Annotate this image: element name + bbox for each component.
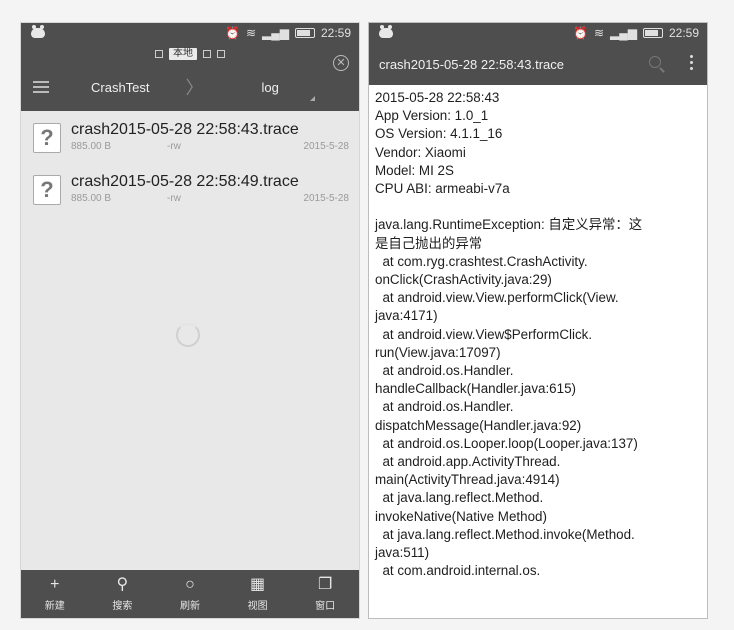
search-icon[interactable] bbox=[649, 56, 661, 68]
trace-line: at com.ryg.crashtest.CrashActivity. bbox=[375, 253, 588, 269]
trace-line: at android.app.ActivityThread. bbox=[375, 454, 561, 470]
loading-spinner-icon bbox=[176, 323, 200, 347]
trace-line: 2015-05-28 22:58:43 bbox=[375, 90, 500, 105]
new-button[interactable]: + 新建 bbox=[21, 570, 89, 618]
refresh-icon: ○ bbox=[185, 576, 195, 593]
file-permissions: -rw bbox=[167, 141, 181, 152]
trace-line: Model: MI 2S bbox=[375, 162, 454, 178]
unknown-file-icon: ? bbox=[33, 123, 61, 153]
grid-icon: ▦ bbox=[250, 576, 266, 593]
trace-line: invokeNative(Native Method) bbox=[375, 508, 547, 524]
trace-line: at com.android.internal.os. bbox=[375, 563, 541, 579]
trace-line: onClick(CrashActivity.java:29) bbox=[375, 272, 552, 288]
trace-line: handleCallback(Handler.java:615) bbox=[375, 381, 576, 397]
trace-line: at android.os.Handler. bbox=[375, 399, 514, 415]
file-permissions: -rw bbox=[167, 193, 181, 204]
file-list: ? crash2015-05-28 22:58:43.trace 885.00 … bbox=[21, 119, 359, 215]
dropdown-corner-icon bbox=[310, 96, 315, 101]
refresh-button-label: 刷新 bbox=[179, 601, 200, 612]
menu-icon[interactable] bbox=[21, 81, 61, 93]
alarm-clock-icon: ⏰ bbox=[572, 26, 588, 40]
trace-line: at android.view.View$PerformClick. bbox=[375, 326, 593, 342]
breadcrumb-folder[interactable]: log bbox=[262, 80, 279, 95]
status-bar: ⏰ ≋ ▂▄▆ 22:59 bbox=[21, 23, 359, 45]
signal-bars-icon: ▂▄▆ bbox=[610, 26, 637, 40]
window-tab-icon[interactable] bbox=[203, 50, 211, 58]
trace-line: dispatchMessage(Handler.java:92) bbox=[375, 417, 582, 433]
window-button-label: 窗口 bbox=[315, 601, 336, 612]
refresh-button[interactable]: ○ 刷新 bbox=[156, 570, 224, 618]
wifi-icon: ≋ bbox=[245, 26, 256, 40]
list-item[interactable]: ? crash2015-05-28 22:58:43.trace 885.00 … bbox=[31, 119, 349, 163]
file-meta: 885.00 B -rw 2015-5-28 bbox=[71, 193, 349, 204]
plus-icon: + bbox=[50, 576, 60, 593]
trace-line: java:4171) bbox=[375, 308, 438, 324]
battery-icon bbox=[294, 28, 315, 38]
window-tab-icon[interactable] bbox=[217, 50, 225, 58]
status-bar: ⏰ ≋ ▂▄▆ 22:59 bbox=[369, 23, 707, 45]
trace-line: CPU ABI: armeabi-v7a bbox=[375, 181, 510, 197]
view-button-label: 视图 bbox=[247, 601, 268, 612]
signal-bars-icon: ▂▄▆ bbox=[262, 26, 289, 40]
trace-line: at java.lang.reflect.Method.invoke(Metho… bbox=[375, 526, 635, 542]
trace-line: 是自己抛出的异常 bbox=[375, 235, 483, 251]
window-button[interactable]: ❐ 窗口 bbox=[291, 570, 359, 618]
window-tab-icon[interactable] bbox=[155, 50, 163, 58]
stack-trace: java.lang.RuntimeException: 自定义异常：这 是自己抛出… bbox=[375, 216, 699, 562]
overflow-menu-icon[interactable] bbox=[690, 55, 693, 70]
wifi-icon: ≋ bbox=[593, 26, 604, 40]
breadcrumb: CrashTest 〉 log bbox=[21, 67, 359, 107]
trace-line: at android.os.Looper.loop(Looper.java:13… bbox=[375, 435, 638, 451]
trace-viewer-screen: ⏰ ≋ ▂▄▆ 22:59 crash2015-05-28 22:58:43.t… bbox=[368, 22, 708, 619]
trace-line: at android.view.View.performClick(View. bbox=[375, 290, 619, 306]
search-icon: ⚲ bbox=[116, 576, 129, 593]
trace-line: at android.os.Handler. bbox=[375, 363, 514, 379]
tab-local[interactable]: 本地 bbox=[169, 48, 197, 60]
unknown-file-icon: ? bbox=[33, 175, 61, 205]
page-title: crash2015-05-28 22:58:43.trace bbox=[379, 57, 565, 72]
trace-line: java:511) bbox=[375, 545, 430, 561]
file-date: 2015-5-28 bbox=[303, 141, 349, 152]
trace-line: main(ActivityThread.java:4914) bbox=[375, 472, 560, 488]
mi-logo-icon bbox=[31, 25, 45, 38]
trace-line: OS Version: 4.1.1_16 bbox=[375, 126, 503, 142]
file-date: 2015-5-28 bbox=[303, 193, 349, 204]
mi-logo-icon bbox=[379, 25, 393, 38]
alarm-clock-icon: ⏰ bbox=[224, 26, 240, 40]
search-button[interactable]: ⚲ 搜索 bbox=[89, 570, 157, 618]
trace-line: java.lang.RuntimeException: 自定义异常：这 bbox=[375, 217, 643, 233]
trace-content: 2015-05-28 22:58:43 App Version: 1.0_1 OS … bbox=[369, 85, 707, 580]
file-name: crash2015-05-28 22:58:49.trace bbox=[71, 173, 299, 190]
breadcrumb-app[interactable]: CrashTest bbox=[91, 80, 150, 95]
new-button-label: 新建 bbox=[44, 601, 65, 612]
trace-line: at java.lang.reflect.Method. bbox=[375, 490, 544, 506]
file-browser-screen: ⏰ ≋ ▂▄▆ 22:59 本地 CrashTest 〉 log ✕ ? cra… bbox=[20, 22, 360, 619]
status-time: 22:59 bbox=[668, 26, 699, 40]
file-meta: 885.00 B -rw 2015-5-28 bbox=[71, 141, 349, 152]
battery-icon bbox=[642, 28, 663, 38]
file-name: crash2015-05-28 22:58:43.trace bbox=[71, 121, 299, 138]
bottom-toolbar: + 新建 ⚲ 搜索 ○ 刷新 ▦ 视图 ❐ 窗口 bbox=[21, 570, 359, 618]
device-info: 2015-05-28 22:58:43 App Version: 1.0_1 OS … bbox=[375, 89, 699, 198]
file-browser-header: 本地 CrashTest 〉 log ✕ bbox=[21, 45, 359, 111]
status-time: 22:59 bbox=[320, 26, 351, 40]
windows-icon: ❐ bbox=[318, 576, 333, 593]
view-button[interactable]: ▦ 视图 bbox=[224, 570, 292, 618]
search-button-label: 搜索 bbox=[112, 601, 133, 612]
breadcrumb-separator: 〉 bbox=[185, 78, 204, 98]
trace-viewer-header: crash2015-05-28 22:58:43.trace bbox=[369, 45, 707, 85]
window-tab-strip: 本地 bbox=[21, 45, 359, 63]
file-size: 885.00 B bbox=[71, 193, 112, 204]
list-item[interactable]: ? crash2015-05-28 22:58:49.trace 885.00 … bbox=[31, 171, 349, 215]
close-icon[interactable]: ✕ bbox=[333, 55, 349, 71]
trace-line: run(View.java:17097) bbox=[375, 344, 501, 360]
trace-line: Vendor: Xiaomi bbox=[375, 144, 466, 160]
trace-line: App Version: 1.0_1 bbox=[375, 108, 489, 124]
file-size: 885.00 B bbox=[71, 141, 112, 152]
